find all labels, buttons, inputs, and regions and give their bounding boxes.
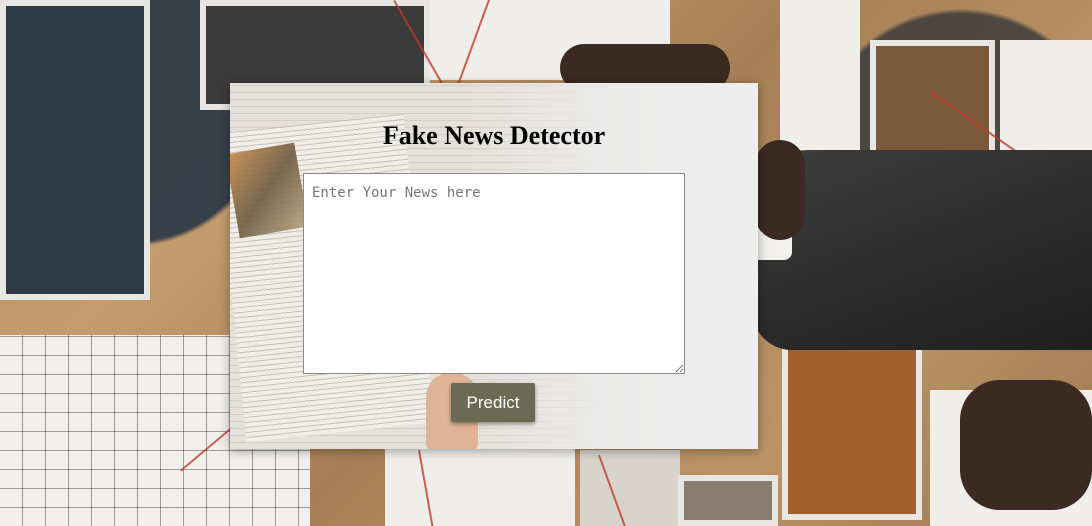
detector-card: Fake News Detector Predict: [230, 83, 758, 449]
background-paper: [780, 0, 860, 150]
background-paper: [385, 448, 575, 526]
background-hand: [755, 140, 805, 240]
news-input[interactable]: [303, 173, 685, 374]
background-photo: [678, 475, 778, 526]
background-paper: [1000, 40, 1092, 160]
background-photo: [0, 0, 150, 300]
background-paper: [580, 450, 680, 526]
background-hand: [960, 380, 1092, 510]
page-title: Fake News Detector: [382, 121, 606, 150]
predict-button[interactable]: Predict: [451, 383, 535, 422]
